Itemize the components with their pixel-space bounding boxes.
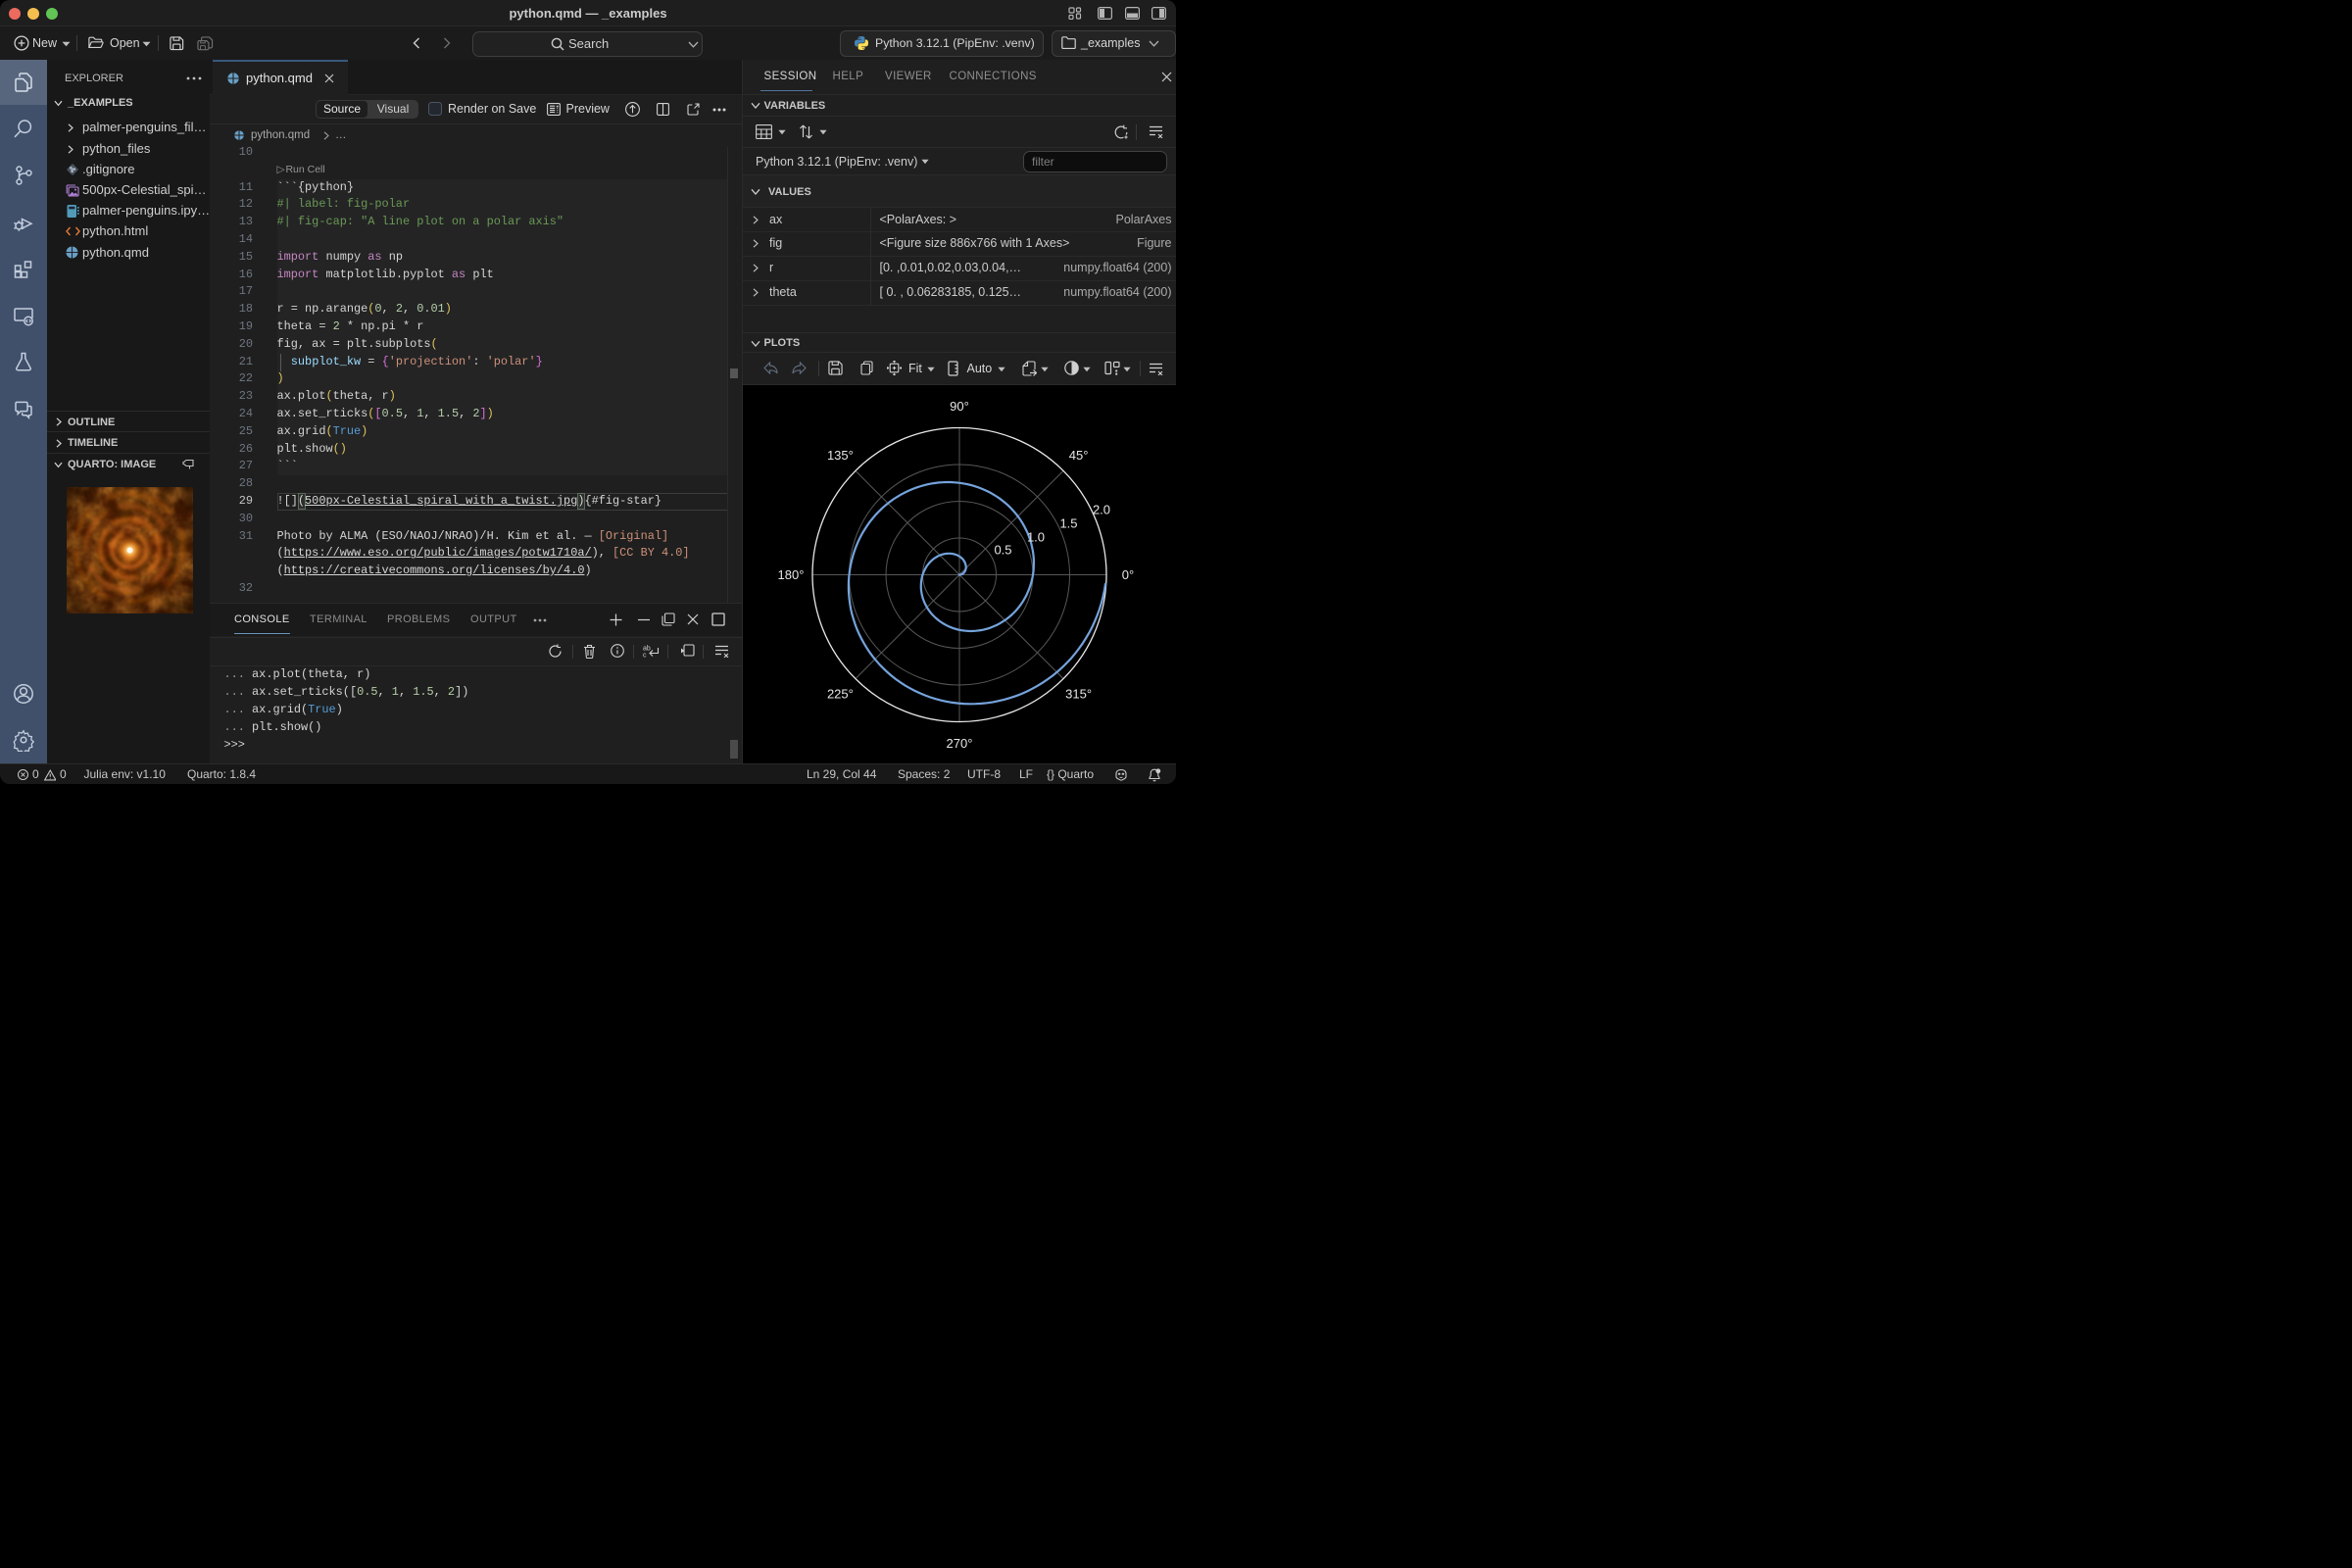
- svg-text:c: c: [643, 652, 647, 659]
- svg-text:90°: 90°: [950, 398, 969, 413]
- svg-text:135°: 135°: [827, 448, 854, 463]
- svg-text:225°: 225°: [827, 686, 854, 701]
- svg-text:1.0: 1.0: [1027, 529, 1045, 544]
- svg-text:45°: 45°: [1069, 448, 1089, 463]
- svg-text:1.5: 1.5: [1059, 515, 1077, 530]
- svg-text:ab: ab: [643, 645, 651, 652]
- svg-text:0.5: 0.5: [994, 542, 1011, 557]
- svg-text:2.0: 2.0: [1093, 502, 1110, 516]
- svg-text:180°: 180°: [778, 566, 805, 581]
- svg-text:0°: 0°: [1122, 566, 1134, 581]
- svg-text:315°: 315°: [1065, 686, 1092, 701]
- svg-text:270°: 270°: [947, 735, 973, 750]
